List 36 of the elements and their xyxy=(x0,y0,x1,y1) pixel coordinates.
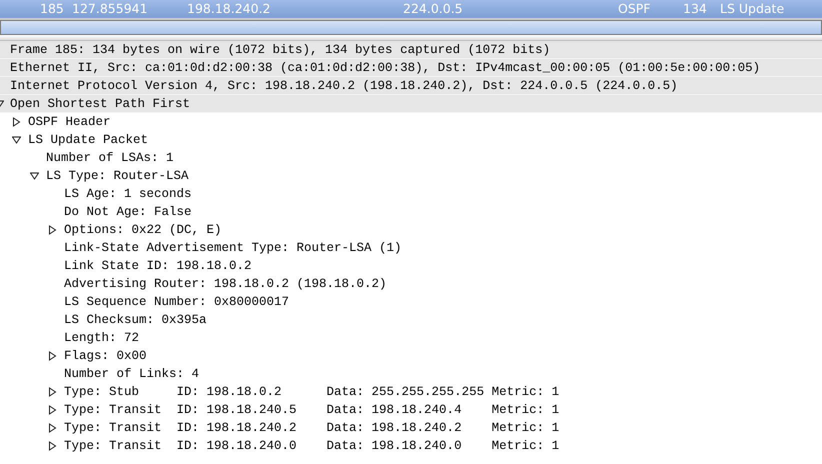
tree-item[interactable]: Options: 0x22 (DC, E) xyxy=(64,221,222,239)
expand-icon[interactable] xyxy=(48,351,57,361)
tree-item[interactable]: Advertising Router: 198.18.0.2 (198.18.0.2) xyxy=(64,275,387,293)
packet-destination: 224.0.0.5 xyxy=(403,0,463,18)
packet-source: 198.18.240.2 xyxy=(187,0,270,18)
tree-item[interactable]: LS Age: 1 seconds xyxy=(64,185,192,203)
packet-time: 127.855941 xyxy=(72,0,148,18)
tree-item[interactable]: Number of Links: 4 xyxy=(64,365,200,383)
expand-icon[interactable] xyxy=(48,387,57,397)
tree-item[interactable]: Link-State Advertisement Type: Router-LSA (1) xyxy=(64,239,402,257)
tree-item[interactable]: Length: 72 xyxy=(64,329,140,347)
tree-item[interactable]: Type: Transit ID: 198.18.240.0 Data: 198.18.240.0 Metric: 1 xyxy=(64,437,560,455)
tree-item[interactable]: Type: Stub ID: 198.18.0.2 Data: 255.255.255.255 Metric: 1 xyxy=(64,383,560,401)
expand-icon[interactable] xyxy=(48,423,57,433)
collapse-icon[interactable] xyxy=(12,135,21,145)
tree-item[interactable]: Link State ID: 198.18.0.2 xyxy=(64,257,252,275)
tree-item[interactable]: LS Checksum: 0x395a xyxy=(64,311,207,329)
expand-icon[interactable] xyxy=(48,405,57,415)
packet-length: 134 xyxy=(683,0,707,18)
tree-item[interactable]: Do Not Age: False xyxy=(64,203,192,221)
tree-item[interactable]: Type: Transit ID: 198.18.240.2 Data: 198.18.240.2 Metric: 1 xyxy=(64,419,560,437)
tree-item[interactable]: OSPF Header xyxy=(28,113,111,131)
packet-protocol: OSPF xyxy=(618,0,651,18)
tree-item[interactable]: LS Update Packet xyxy=(28,131,148,149)
collapse-icon[interactable] xyxy=(30,171,39,181)
tree-item[interactable]: Flags: 0x00 xyxy=(64,347,147,365)
expand-icon[interactable] xyxy=(12,117,21,127)
tree-item[interactable]: LS Type: Router-LSA xyxy=(46,167,189,185)
scrollbar[interactable] xyxy=(0,20,822,35)
expand-icon[interactable] xyxy=(48,441,57,451)
packet-number: 185 xyxy=(40,0,64,18)
packet-info: LS Update xyxy=(720,0,784,18)
expand-icon[interactable] xyxy=(48,225,57,235)
tree-item[interactable]: Type: Transit ID: 198.18.240.5 Data: 198.18.240.4 Metric: 1 xyxy=(64,401,560,419)
tree-item[interactable]: Number of LSAs: 1 xyxy=(46,149,174,167)
tree-item[interactable]: LS Sequence Number: 0x80000017 xyxy=(64,293,290,311)
